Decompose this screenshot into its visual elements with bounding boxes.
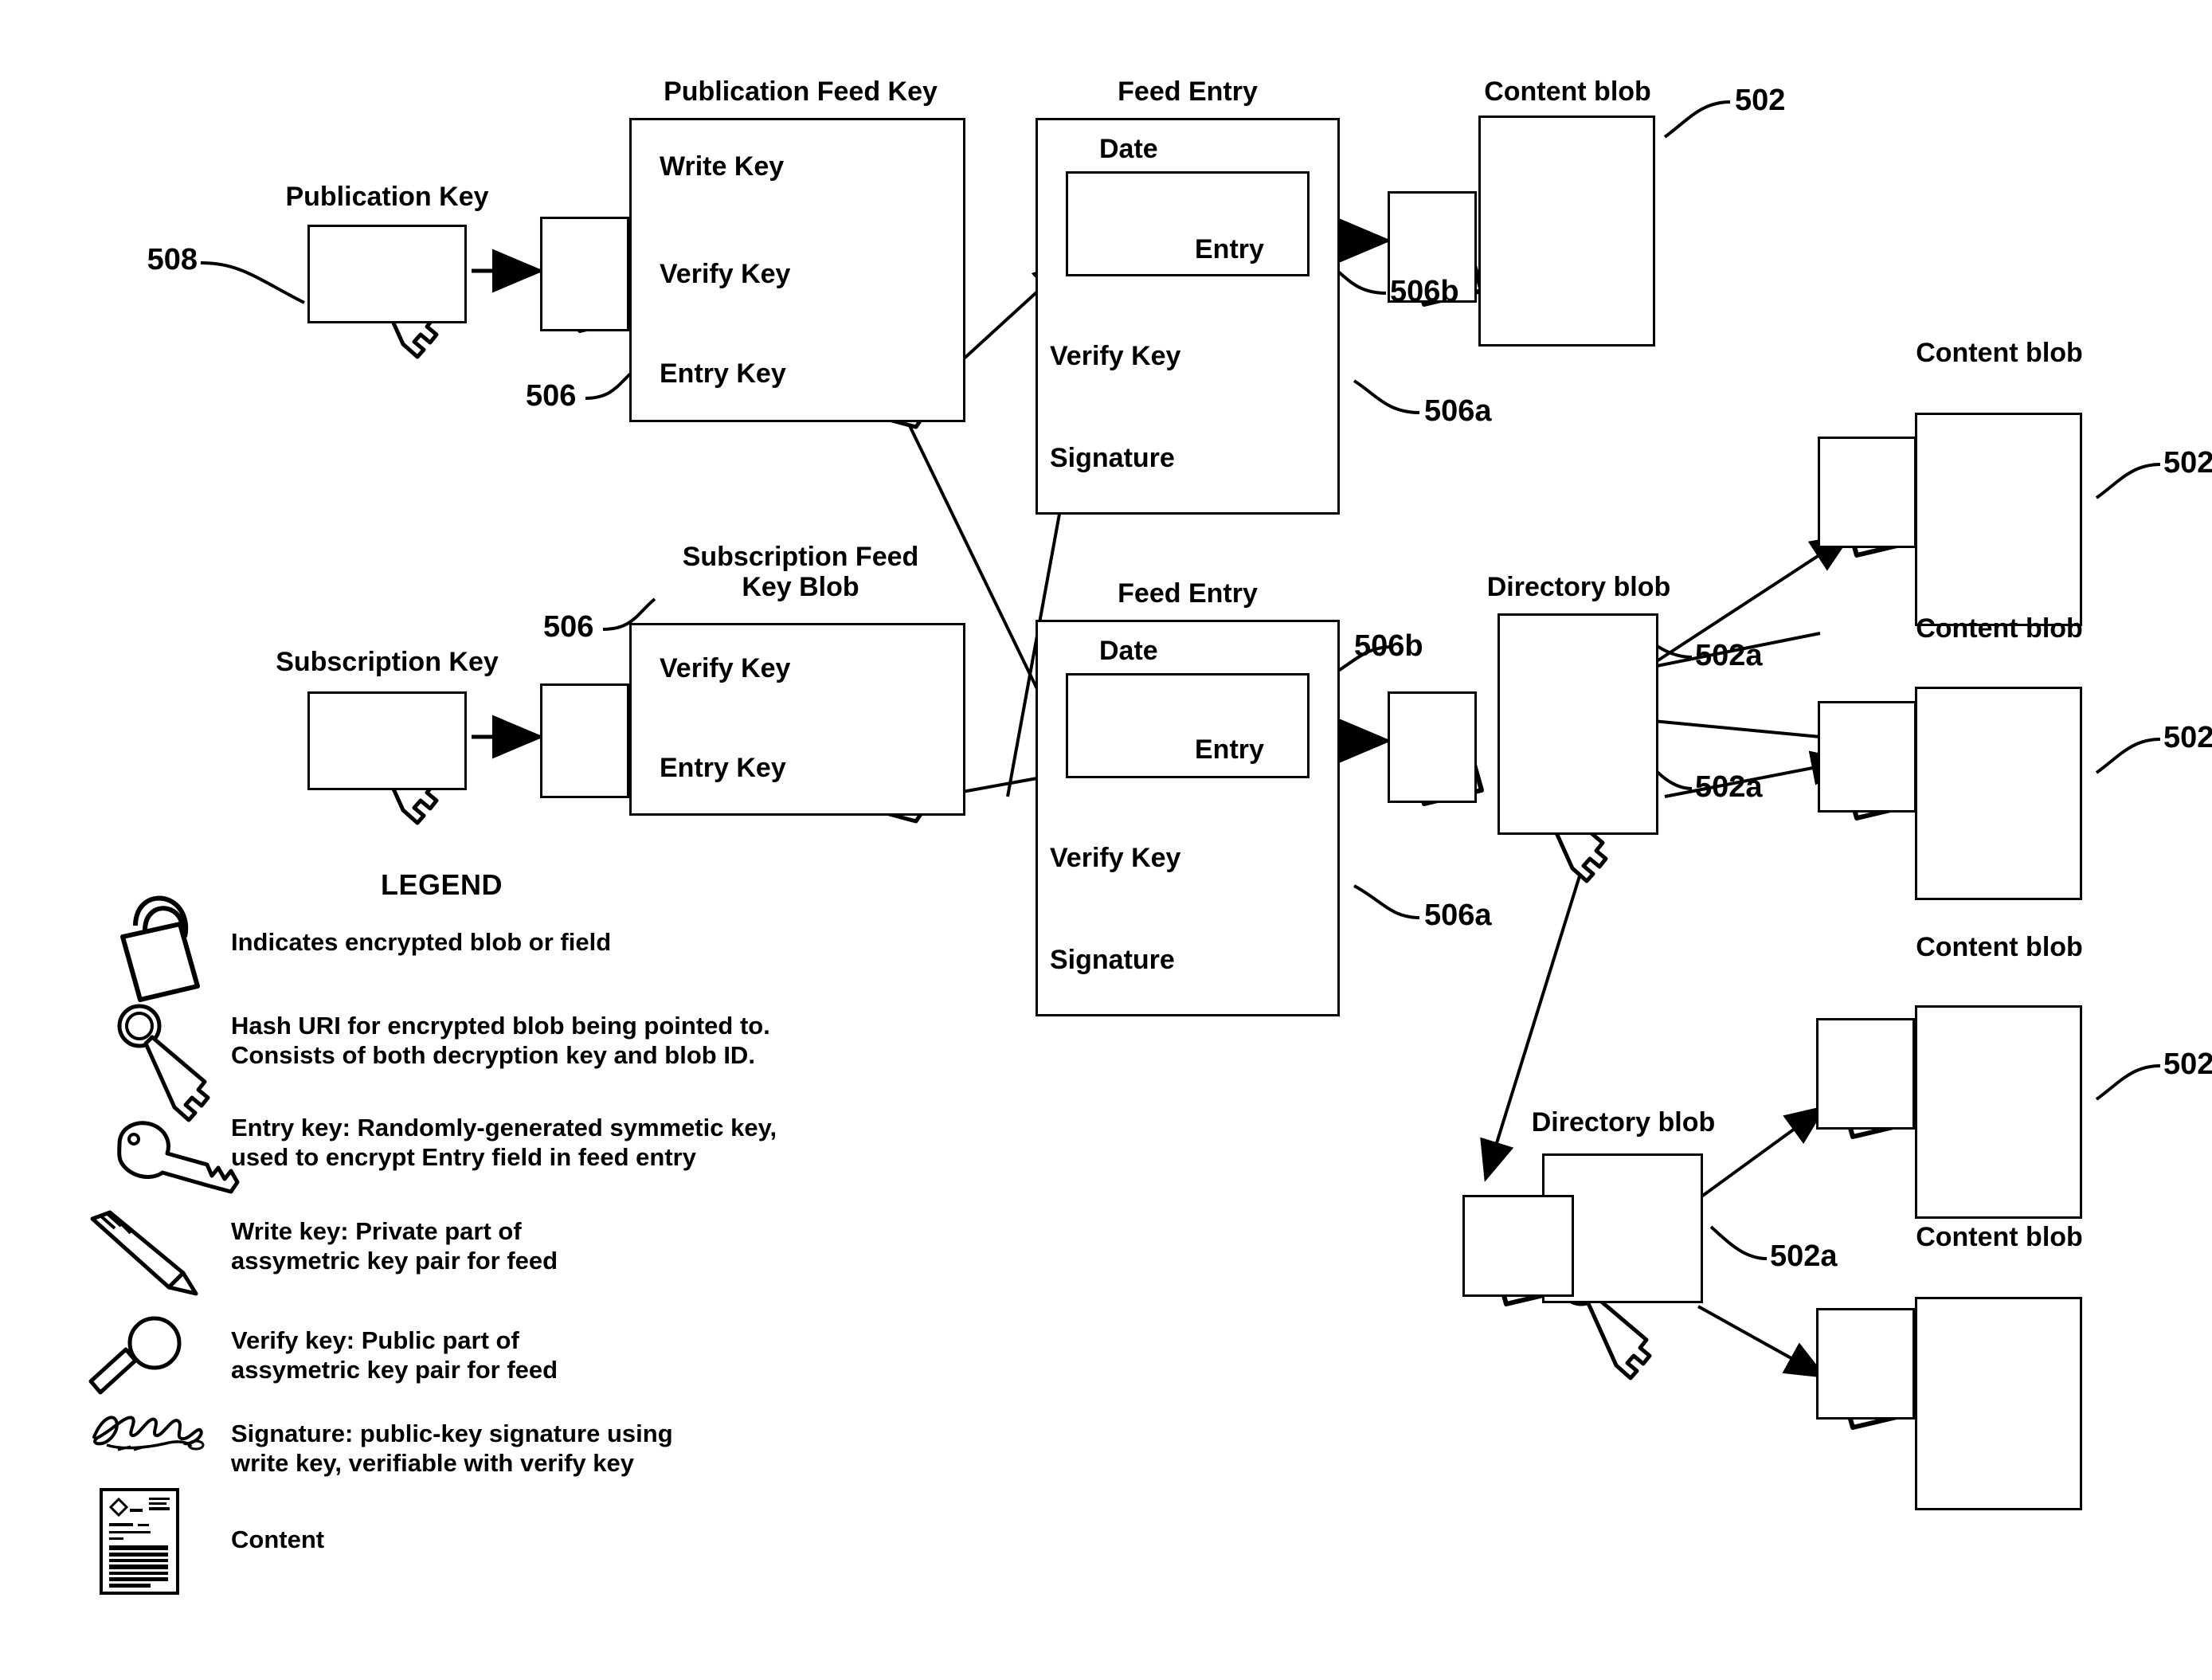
ref-502a-dir-upper-1: 502a <box>1695 639 1763 672</box>
publication-feed-key-caption: Publication Feed Key <box>664 76 938 107</box>
ref-502-r2: 502 <box>2163 721 2212 754</box>
fet-field-signature: Signature <box>1050 443 1175 473</box>
directory-blob-upper-box <box>1498 613 1658 835</box>
directory-blob-lower-caption: Directory blob <box>1531 1107 1716 1138</box>
legend-item-1-text: Hash URI for encrypted blob being pointe… <box>231 1012 770 1069</box>
ref-506-sub: 506 <box>543 610 594 644</box>
pfk-field-verify-key: Verify Key <box>660 259 791 289</box>
content-blob-r2-lock-box <box>1818 701 1916 813</box>
content-blob-r1-lock-box <box>1818 437 1916 548</box>
content-blob-r1-caption: Content blob <box>1916 338 2083 368</box>
ref-502a-dir-lower-1: 502a <box>1770 1239 1838 1273</box>
content-blob-r3-box <box>1915 1005 2082 1219</box>
content-blob-r3-caption: Content blob <box>1916 932 2083 962</box>
feed-entry-bottom-date-box <box>1066 673 1310 778</box>
legend-item-3-text: Write key: Private part of assymetric ke… <box>231 1217 558 1275</box>
subscription-key-lock-box <box>540 683 629 798</box>
content-blob-r4-lock-box <box>1816 1308 1915 1420</box>
sfkb-field-verify-key: Verify Key <box>660 653 791 683</box>
legend-item-6-text: Content <box>231 1525 325 1553</box>
feb-field-date: Date <box>1099 636 1158 666</box>
publication-key-caption: Publication Key <box>285 182 489 212</box>
ref-502-r1: 502 <box>2163 446 2212 480</box>
feed-entry-top-date-box <box>1066 171 1310 276</box>
content-blob-r1-box <box>1915 413 2082 626</box>
signature-icon <box>92 1416 205 1451</box>
entry-key-icon <box>119 1123 237 1192</box>
feed-entry-top-caption: Feed Entry <box>1118 76 1258 107</box>
feb-field-signature: Signature <box>1050 945 1175 975</box>
pfk-field-write-key: Write Key <box>660 151 785 182</box>
ref-502-r3: 502 <box>2163 1048 2212 1081</box>
legend-item-4-text: Verify key: Public part of assymetric ke… <box>231 1326 558 1384</box>
document-icon <box>100 1488 179 1595</box>
legend-title: LEGEND <box>381 868 503 901</box>
content-blob-top-caption: Content blob <box>1484 76 1651 107</box>
legend-item-5-text: Signature: public-key signature using wr… <box>231 1420 673 1477</box>
feed-entry-bottom-caption: Feed Entry <box>1118 578 1258 609</box>
ref-508: 508 <box>147 243 198 276</box>
content-blob-r2-box <box>1915 687 2082 900</box>
subscription-feed-key-blob-caption: Subscription Feed Key Blob <box>682 542 919 603</box>
legend-item-0-text: Indicates encrypted blob or field <box>231 928 612 956</box>
content-blob-r4-caption: Content blob <box>1916 1222 2083 1252</box>
subscription-key-box <box>307 691 467 790</box>
ref-506b-top: 506b <box>1390 275 1459 308</box>
directory-blob-upper-caption: Directory blob <box>1486 572 1671 602</box>
magnifier-icon <box>91 1318 179 1392</box>
ref-506a-bottom: 506a <box>1424 899 1492 932</box>
fet-field-verify-key: Verify Key <box>1050 341 1181 371</box>
directory-blob-lower-in-lock-box <box>1462 1195 1574 1297</box>
subscription-key-caption: Subscription Key <box>276 647 499 677</box>
feb-field-verify-key: Verify Key <box>1050 843 1181 873</box>
padlock-icon <box>123 899 198 1000</box>
ref-506a-top: 506a <box>1424 394 1492 428</box>
publication-key-lock-box <box>540 217 629 331</box>
ref-506-pub: 506 <box>526 379 577 413</box>
ref-506b-bottom: 506b <box>1354 629 1423 663</box>
content-blob-r2-caption: Content blob <box>1916 613 2083 644</box>
ref-502-top: 502 <box>1735 84 1786 117</box>
legend-item-2-text: Entry key: Randomly-generated symmetic k… <box>231 1114 777 1171</box>
patent-figure-canvas: Publication Key Publication Feed Key Fee… <box>0 0 2212 1680</box>
fet-field-entry: Entry <box>1195 234 1264 264</box>
content-blob-top-box <box>1478 116 1655 347</box>
feed-entry-bottom-out-lock-box <box>1388 691 1477 803</box>
feb-field-entry: Entry <box>1195 734 1264 765</box>
publication-key-box <box>307 225 467 323</box>
pencil-icon <box>92 1212 196 1294</box>
content-blob-r3-lock-box <box>1816 1018 1915 1130</box>
ref-502a-dir-upper-2: 502a <box>1695 770 1763 804</box>
subscription-feed-key-blob-box <box>629 623 965 816</box>
hash-uri-key-icon <box>119 1006 208 1120</box>
fet-field-date: Date <box>1099 134 1158 164</box>
content-blob-r4-box <box>1915 1297 2082 1510</box>
sfkb-field-entry-key: Entry Key <box>660 753 786 783</box>
pfk-field-entry-key: Entry Key <box>660 358 786 389</box>
